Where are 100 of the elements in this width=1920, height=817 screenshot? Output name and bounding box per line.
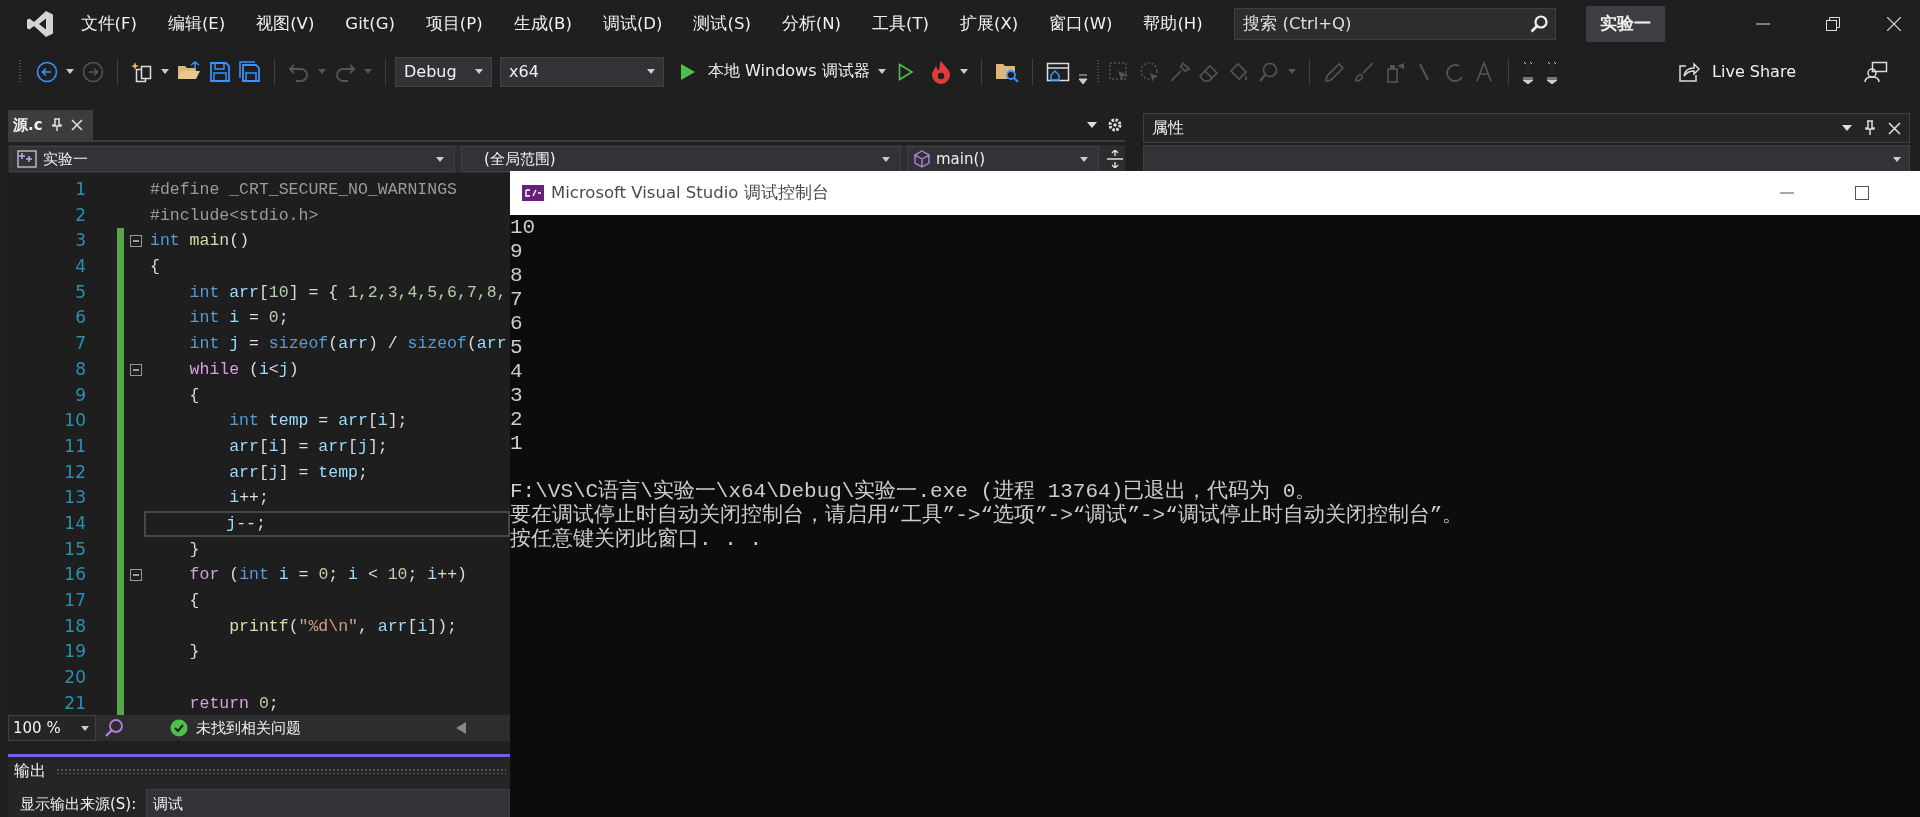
flame-icon[interactable] [929, 59, 952, 84]
live-share-button[interactable]: Live Share [1668, 61, 1802, 82]
caret-icon[interactable] [475, 69, 483, 74]
window-icon[interactable] [1045, 60, 1070, 83]
line-number: 21 [63, 691, 86, 715]
caret-icon[interactable] [81, 725, 89, 731]
save-all-icon[interactable] [239, 60, 261, 83]
menu-item[interactable]: 分析(N) [766, 8, 857, 39]
overflow-icon[interactable] [1077, 72, 1088, 85]
console-line: 4 [510, 360, 523, 384]
dropdown-icon[interactable] [1842, 125, 1852, 131]
code-line: i++; [228, 487, 270, 510]
menu-item[interactable]: 项目(P) [410, 8, 499, 39]
code-line: for (int i = 0; i < 10; i++) [188, 564, 468, 587]
new-project-icon[interactable] [131, 60, 153, 83]
menu-item[interactable]: 编辑(E) [152, 8, 241, 39]
check-circle-icon [170, 719, 188, 737]
console-line: 8 [510, 264, 523, 288]
toolbar-grip-icon[interactable] [18, 59, 22, 84]
maximize-icon[interactable] [1855, 186, 1869, 200]
fold-toggle-icon[interactable] [130, 363, 142, 376]
fold-toggle-icon[interactable] [130, 569, 142, 582]
overflow-icon[interactable] [1521, 59, 1534, 84]
menu-item[interactable]: 文件(F) [65, 8, 153, 39]
line-number: 20 [63, 666, 86, 690]
menu-item[interactable]: Git(G) [329, 8, 411, 39]
code-line: arr[j] = temp; [228, 461, 369, 484]
caret-icon[interactable] [161, 69, 169, 74]
console-line: 1 [510, 432, 523, 456]
share-icon [1678, 61, 1701, 82]
back-icon[interactable] [36, 60, 58, 83]
dropdown-icon[interactable] [1893, 157, 1901, 162]
save-icon[interactable] [209, 60, 231, 83]
line-number: 17 [63, 589, 86, 612]
code-line: { [188, 590, 201, 612]
configuration-dropdown[interactable]: Debug [395, 56, 492, 87]
overflow-icon[interactable] [1545, 59, 1558, 84]
solution-name: 实验一 [1586, 5, 1666, 42]
caret-icon[interactable] [66, 69, 74, 74]
dropdown-icon[interactable] [1087, 122, 1097, 128]
menu-item[interactable]: 窗口(W) [1033, 8, 1128, 39]
line-number: 15 [63, 537, 86, 561]
console-line: 2 [510, 408, 523, 432]
code-line: { [149, 256, 161, 279]
pin-icon[interactable] [1864, 120, 1876, 136]
line-number: 6 [74, 306, 86, 330]
start-debugging-button[interactable]: 本地 Windows 调试器 [672, 61, 874, 82]
scope-dropdown[interactable]: (全局范围) [461, 146, 901, 172]
code-line: #include<stdio.h> [149, 204, 320, 227]
menu-item[interactable]: 工具(T) [856, 8, 945, 39]
close-icon[interactable] [1887, 16, 1901, 31]
member-dropdown[interactable]: main() [907, 146, 1099, 172]
caret-icon[interactable] [647, 69, 655, 74]
menu-item[interactable]: 生成(B) [498, 8, 588, 39]
document-tab[interactable]: 源.c [8, 110, 93, 140]
project-dropdown[interactable]: 实验一 [10, 146, 455, 172]
caret-icon[interactable] [882, 156, 890, 162]
console-icon [522, 184, 544, 202]
console-line: 10 [510, 216, 536, 240]
line-number: 7 [74, 332, 86, 356]
output-source-dropdown[interactable]: 调试 [146, 789, 510, 817]
platform-dropdown[interactable]: x64 [500, 56, 664, 87]
code-line: while (i<j) [188, 358, 300, 381]
start-without-debugging-icon[interactable] [897, 62, 914, 81]
menu-item[interactable]: 测试(S) [678, 8, 767, 39]
search-icon[interactable] [1530, 14, 1549, 33]
scroll-left-icon[interactable] [456, 722, 466, 734]
search-field[interactable]: 搜索 (Ctrl+Q) [1234, 7, 1557, 40]
restore-icon[interactable] [1826, 16, 1840, 31]
code-line: } [188, 641, 201, 664]
menu-item[interactable]: 扩展(X) [944, 8, 1034, 39]
caret-icon[interactable] [436, 156, 444, 162]
feedback-icon[interactable] [1864, 60, 1888, 83]
line-number: 3 [74, 229, 86, 253]
code-line: int arr[10] = { 1,2,3,4,5,6,7,8, [188, 281, 508, 304]
close-icon[interactable] [1888, 121, 1901, 135]
fold-toggle-icon[interactable] [130, 235, 142, 248]
line-number: 5 [74, 280, 86, 304]
close-icon[interactable] [70, 119, 83, 131]
pin-icon[interactable] [50, 118, 63, 132]
code-line: int temp = arr[i]; [228, 410, 409, 433]
code-line: int j = sizeof(arr) / sizeof(arr [188, 333, 508, 356]
toolbar-grip-icon[interactable] [1095, 59, 1100, 84]
issues-status: 未找到相关问题 [196, 718, 301, 738]
zoom-dropdown[interactable]: 100 % [8, 715, 96, 741]
menu-item[interactable]: 帮助(H) [1127, 8, 1219, 39]
code-line: } [188, 538, 201, 561]
split-icon[interactable] [1107, 150, 1123, 168]
menu-item[interactable]: 视图(V) [240, 8, 330, 39]
line-number: 8 [74, 357, 86, 381]
code-line: int main() [149, 230, 251, 253]
line-number: 4 [74, 255, 86, 279]
caret-icon[interactable] [959, 69, 968, 74]
caret-icon[interactable] [877, 69, 886, 74]
menu-item[interactable]: 调试(D) [587, 8, 678, 39]
caret-icon[interactable] [1080, 156, 1088, 162]
line-number: 18 [63, 614, 86, 638]
field-label: 显示输出来源(S): [20, 794, 137, 814]
settings-icon[interactable] [1107, 117, 1123, 133]
line-number: 2 [74, 203, 86, 227]
